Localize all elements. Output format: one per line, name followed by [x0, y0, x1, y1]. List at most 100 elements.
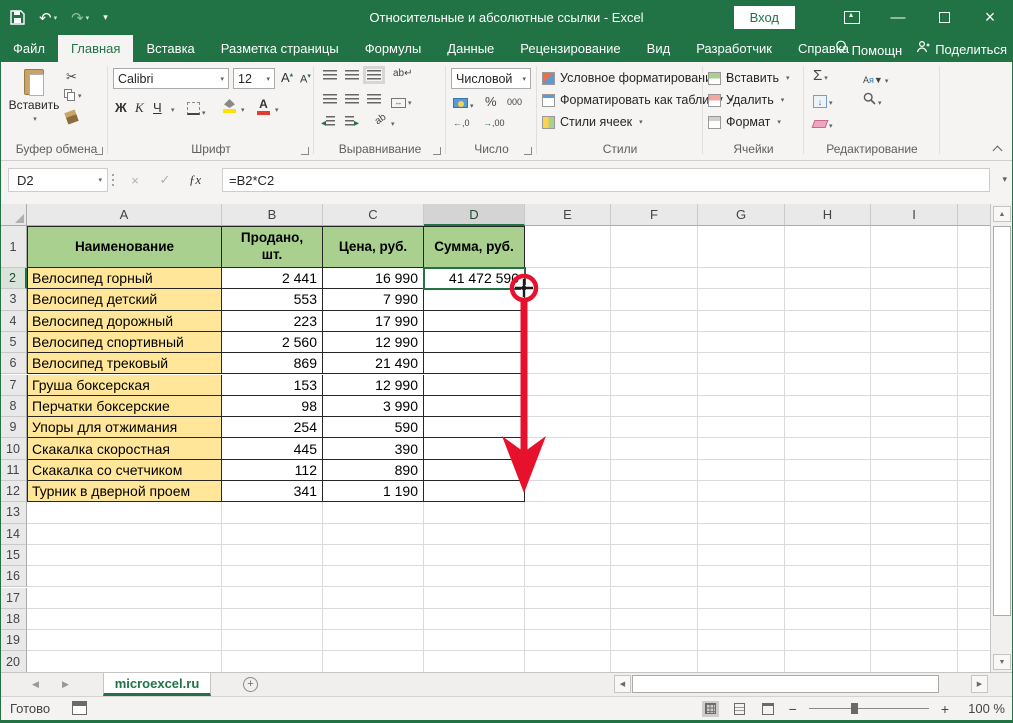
- cell-D8[interactable]: [424, 396, 525, 417]
- cell-I13[interactable]: [871, 502, 958, 523]
- prev-sheet-button[interactable]: ◀: [32, 673, 39, 696]
- cell-G19[interactable]: [698, 630, 785, 651]
- cell-X2[interactable]: [958, 268, 990, 289]
- cell-G1[interactable]: [698, 226, 785, 268]
- normal-view-button[interactable]: [702, 701, 719, 717]
- cell-D2[interactable]: 41 472 590: [424, 268, 525, 289]
- cell-E20[interactable]: [525, 651, 611, 672]
- increase-decimal-button[interactable]: ←,0: [453, 118, 470, 128]
- cell-X3[interactable]: [958, 289, 990, 310]
- cell-C5[interactable]: 12 990: [323, 332, 424, 353]
- cell-X5[interactable]: [958, 332, 990, 353]
- fill-handle[interactable]: [521, 285, 527, 291]
- cell-H8[interactable]: [785, 396, 871, 417]
- format-painter-button[interactable]: [66, 110, 77, 128]
- zoom-slider[interactable]: [809, 708, 929, 709]
- cell-D6[interactable]: [424, 353, 525, 374]
- cell-D10[interactable]: [424, 438, 525, 459]
- cut-button[interactable]: ✂: [66, 68, 77, 86]
- cell-H12[interactable]: [785, 481, 871, 502]
- cell-A7[interactable]: Груша боксерская: [27, 375, 222, 396]
- orientation-button[interactable]: ab: [373, 112, 388, 127]
- cell-C14[interactable]: [323, 524, 424, 545]
- cell-B17[interactable]: [222, 588, 323, 609]
- increase-font-button[interactable]: А▴: [281, 70, 293, 85]
- cell-G4[interactable]: [698, 311, 785, 332]
- cell-C16[interactable]: [323, 566, 424, 587]
- cell-C10[interactable]: 390: [323, 438, 424, 459]
- maximize-button[interactable]: [921, 0, 967, 35]
- cell-D16[interactable]: [424, 566, 525, 587]
- cell-H5[interactable]: [785, 332, 871, 353]
- cell-F2[interactable]: [611, 268, 698, 289]
- cells-item-0[interactable]: Вставить▾: [708, 67, 790, 89]
- cell-E11[interactable]: [525, 460, 611, 481]
- cell-B3[interactable]: 553: [222, 289, 323, 310]
- cell-I17[interactable]: [871, 588, 958, 609]
- scroll-left-button[interactable]: ◀: [614, 675, 631, 693]
- copy-button[interactable]: ▾: [64, 89, 82, 102]
- percent-style-button[interactable]: %: [485, 94, 497, 109]
- cell-H16[interactable]: [785, 566, 871, 587]
- row-header-19[interactable]: 19: [0, 630, 27, 651]
- cell-B16[interactable]: [222, 566, 323, 587]
- cell-H1[interactable]: [785, 226, 871, 268]
- sort-filter-button[interactable]: Ая▼▾: [863, 70, 888, 88]
- scroll-right-button[interactable]: ▶: [971, 675, 988, 693]
- cell-H15[interactable]: [785, 545, 871, 566]
- horizontal-scroll-thumb[interactable]: [632, 675, 939, 693]
- cell-I3[interactable]: [871, 289, 958, 310]
- cell-I5[interactable]: [871, 332, 958, 353]
- cell-B7[interactable]: 153: [222, 375, 323, 396]
- new-sheet-button[interactable]: +: [243, 677, 258, 692]
- cell-A4[interactable]: Велосипед дорожный: [27, 311, 222, 332]
- bold-button[interactable]: Ж: [115, 100, 127, 115]
- cell-G7[interactable]: [698, 375, 785, 396]
- column-header-C[interactable]: C: [323, 204, 424, 226]
- cell-E1[interactable]: [525, 226, 611, 268]
- cell-F13[interactable]: [611, 502, 698, 523]
- cell-H19[interactable]: [785, 630, 871, 651]
- cell-I2[interactable]: [871, 268, 958, 289]
- zoom-in-button[interactable]: +: [941, 701, 949, 717]
- select-all-button[interactable]: [0, 204, 27, 226]
- cell-I20[interactable]: [871, 651, 958, 672]
- cell-B1[interactable]: Продано, шт.: [222, 226, 323, 268]
- cell-I6[interactable]: [871, 353, 958, 374]
- cell-H10[interactable]: [785, 438, 871, 459]
- cell-X19[interactable]: [958, 630, 990, 651]
- cell-B4[interactable]: 223: [222, 311, 323, 332]
- cell-C1[interactable]: Цена, руб.: [323, 226, 424, 268]
- font-color-dropdown[interactable]: ▾: [275, 106, 279, 114]
- cell-B20[interactable]: [222, 651, 323, 672]
- cell-F5[interactable]: [611, 332, 698, 353]
- cell-F20[interactable]: [611, 651, 698, 672]
- cell-F11[interactable]: [611, 460, 698, 481]
- cell-G14[interactable]: [698, 524, 785, 545]
- page-layout-view-button[interactable]: [731, 701, 748, 717]
- row-header-11[interactable]: 11: [0, 460, 27, 481]
- cell-I11[interactable]: [871, 460, 958, 481]
- cell-I4[interactable]: [871, 311, 958, 332]
- cell-F10[interactable]: [611, 438, 698, 459]
- cell-B5[interactable]: 2 560: [222, 332, 323, 353]
- close-button[interactable]: ×: [967, 0, 1013, 35]
- cell-G18[interactable]: [698, 609, 785, 630]
- clipboard-dialog-launcher[interactable]: [95, 147, 103, 155]
- cell-X17[interactable]: [958, 588, 990, 609]
- cell-X12[interactable]: [958, 481, 990, 502]
- cell-F9[interactable]: [611, 417, 698, 438]
- paste-button[interactable]: Вставить ▾: [10, 64, 58, 123]
- cell-E15[interactable]: [525, 545, 611, 566]
- ribbon-tab-файл[interactable]: Файл: [0, 35, 58, 62]
- cell-I10[interactable]: [871, 438, 958, 459]
- cell-F18[interactable]: [611, 609, 698, 630]
- cell-G3[interactable]: [698, 289, 785, 310]
- cell-X13[interactable]: [958, 502, 990, 523]
- styles-item-0[interactable]: Условное форматирование▾: [542, 67, 733, 89]
- cell-G20[interactable]: [698, 651, 785, 672]
- cell-X18[interactable]: [958, 609, 990, 630]
- cells-item-2[interactable]: Формат▾: [708, 111, 790, 133]
- cell-H13[interactable]: [785, 502, 871, 523]
- enter-button[interactable]: ✓: [152, 168, 178, 192]
